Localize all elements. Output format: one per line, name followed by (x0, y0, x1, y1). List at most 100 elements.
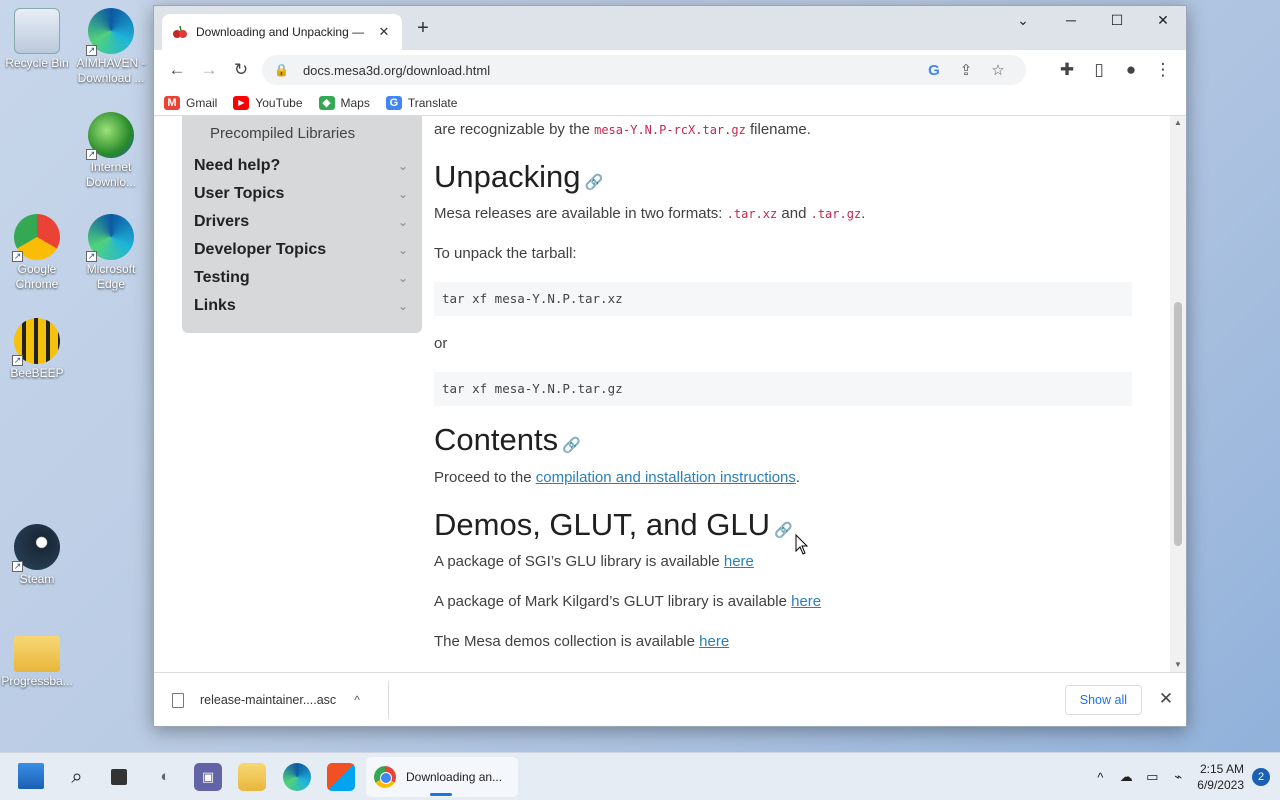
edge-icon: ↗ (86, 8, 134, 56)
show-all-button[interactable]: Show all (1064, 685, 1142, 715)
page-scrollbar[interactable]: ▲ ▼ (1170, 116, 1186, 672)
start-windows-icon[interactable] (18, 763, 44, 789)
mouse-cursor-icon (795, 534, 809, 555)
network-icon[interactable]: ⌁ (1165, 769, 1191, 785)
url-text[interactable]: docs.mesa3d.org/download.html (303, 63, 918, 78)
address-bar[interactable]: 🔒 docs.mesa3d.org/download.html G ⇪ ☆ (262, 55, 1026, 85)
desktop-icon-steam[interactable]: ↗ Steam (1, 524, 73, 587)
sidenav-item-label: Links (194, 297, 236, 314)
extensions-icon[interactable]: ✚ (1052, 55, 1082, 85)
sidenav-subitem-precompiled-libraries[interactable]: Precompiled Libraries (210, 125, 355, 142)
microsoft-store-icon[interactable] (327, 763, 355, 791)
clock-date: 6/9/2023 (1197, 778, 1244, 792)
browser-toolbar: ← → ↻ 🔒 docs.mesa3d.org/download.html G … (154, 50, 1186, 90)
chrome-icon (374, 766, 396, 788)
desktop-icon-beebeep[interactable]: ↗ BeeBEEP (1, 318, 73, 381)
contents-text: Proceed to the (434, 469, 536, 486)
google-lens-icon[interactable]: G (918, 62, 950, 79)
lock-icon[interactable]: 🔒 (274, 63, 289, 77)
formats-end: . (861, 205, 866, 222)
intro-text: are recognizable by the (434, 121, 595, 138)
heading-text: Demos, GLUT, and GLU (434, 507, 770, 542)
onedrive-cloud-icon[interactable]: ☁ (1113, 769, 1139, 785)
download-bar-close-icon[interactable]: ✕ (1154, 687, 1178, 711)
desktop-icon-label: Internet Downlo... (85, 160, 137, 189)
desktop-icon-microsoft-edge[interactable]: ↗ Microsoft Edge (75, 214, 147, 292)
download-item[interactable]: release-maintainer....asc ^ (172, 673, 360, 727)
desktop-icon-label: Recycle Bin (5, 56, 69, 70)
scroll-down-arrow-icon[interactable]: ▼ (1170, 658, 1186, 672)
scroll-up-arrow-icon[interactable]: ▲ (1170, 116, 1186, 130)
taskbar-chrome-window[interactable]: Downloading an... (366, 757, 518, 797)
sidenav-item-drivers[interactable]: Drivers ⌄ (194, 210, 408, 234)
sidenav-item-need-help[interactable]: Need help? ⌄ (194, 154, 408, 178)
format-xz-code: .tar.xz (726, 207, 778, 221)
forward-button[interactable]: → (194, 55, 224, 85)
browser-tab[interactable]: Downloading and Unpacking — ✕ (162, 14, 402, 50)
bookmark-youtube[interactable]: ▶ YouTube (233, 95, 303, 110)
bookmark-star-icon[interactable]: ☆ (982, 61, 1014, 79)
tab-close-icon[interactable]: ✕ (376, 24, 392, 40)
chevron-up-icon[interactable]: ^ (354, 693, 360, 707)
link-anchor-icon[interactable]: 🔗 (562, 437, 581, 454)
desktop-icon-google-chrome[interactable]: ↗ Google Chrome (1, 214, 73, 292)
sidenav-item-label: Testing (194, 269, 250, 286)
sidenav-item-user-topics[interactable]: User Topics ⌄ (194, 182, 408, 206)
bookmark-gmail[interactable]: M Gmail (164, 95, 217, 110)
link-anchor-icon[interactable]: 🔗 (774, 522, 793, 539)
chevron-down-icon: ⌄ (397, 215, 408, 229)
show-hidden-icons-chevron-up-icon[interactable]: ^ (1087, 770, 1113, 785)
side-navigation: Precompiled Libraries Need help? ⌄ User T… (182, 116, 422, 333)
bee-icon: ↗ (12, 318, 60, 366)
reload-button[interactable]: ↻ (226, 55, 256, 85)
sidenav-item-links[interactable]: Links ⌄ (194, 294, 408, 318)
formats-and: and (777, 205, 811, 222)
new-tab-button[interactable]: + (412, 18, 434, 40)
download-filename: release-maintainer....asc (200, 693, 337, 707)
demos-here-link[interactable]: here (699, 633, 729, 650)
desktop-icon-internet-download-manager[interactable]: ↗ Internet Downlo... (75, 112, 147, 190)
profile-icon[interactable]: ● (1116, 55, 1146, 85)
taskbar: ⌕ ◐ ▣ Downloading an... ^ ☁ ▭ ⌁ 2:15 AM … (0, 752, 1280, 800)
desktop-icon-label: Microsoft Edge (86, 262, 136, 291)
link-anchor-icon[interactable]: 🔗 (584, 174, 603, 191)
edge-icon[interactable] (283, 763, 311, 791)
search-icon[interactable]: ⌕ (63, 763, 91, 791)
scrollbar-thumb[interactable] (1174, 302, 1182, 546)
tab-search-button[interactable]: ⌄ (1000, 6, 1046, 36)
widgets-icon[interactable]: ◐ (151, 763, 179, 791)
desktop-icon-recycle-bin[interactable]: Recycle Bin (1, 8, 73, 71)
close-window-button[interactable]: ✕ (1140, 6, 1186, 36)
bookmark-translate[interactable]: G Translate (385, 95, 457, 110)
back-button[interactable]: ← (162, 55, 192, 85)
sidenav-item-label: User Topics (194, 185, 285, 202)
bookmark-label: Maps (340, 95, 370, 110)
maximize-button[interactable]: ☐ (1094, 6, 1140, 36)
folder-icon (14, 636, 60, 672)
maps-icon: ◆ (318, 95, 335, 110)
compilation-instructions-link[interactable]: compilation and installation instruction… (536, 469, 796, 486)
teams-chat-icon[interactable]: ▣ (194, 763, 222, 791)
sidenav-item-developer-topics[interactable]: Developer Topics ⌄ (194, 238, 408, 262)
intro-paragraph: are recognizable by the mesa-Y.N.P-rcX.t… (434, 121, 811, 138)
notification-badge[interactable]: 2 (1252, 768, 1270, 786)
chevron-down-icon: ⌄ (397, 243, 408, 257)
minimize-button[interactable]: ─ (1048, 6, 1094, 36)
menu-icon[interactable]: ⋮ (1148, 55, 1178, 85)
sidenav-item-testing[interactable]: Testing ⌄ (194, 266, 408, 290)
share-icon[interactable]: ⇪ (950, 61, 982, 79)
glu-here-link[interactable]: here (724, 553, 754, 570)
glut-here-link[interactable]: here (791, 593, 821, 610)
side-panel-icon[interactable]: ▯ (1084, 55, 1114, 85)
bookmark-maps[interactable]: ◆ Maps (318, 95, 370, 110)
desktop-icon-progressbar-folder[interactable]: Progressba... (1, 630, 73, 689)
file-explorer-icon[interactable] (238, 763, 266, 791)
heading-text: Unpacking (434, 159, 581, 194)
desktop-icon-aimhaven[interactable]: ↗ AIMHAVEN - Download ... (75, 8, 147, 86)
task-view-icon[interactable] (105, 763, 133, 791)
display-icon[interactable]: ▭ (1139, 769, 1165, 785)
unpack-instruction: To unpack the tarball: (434, 245, 577, 262)
clock[interactable]: 2:15 AM 6/9/2023 (1197, 761, 1244, 793)
heading-demos-glut-glu: Demos, GLUT, and GLU 🔗 (434, 507, 793, 543)
gmail-icon: M (164, 95, 180, 110)
